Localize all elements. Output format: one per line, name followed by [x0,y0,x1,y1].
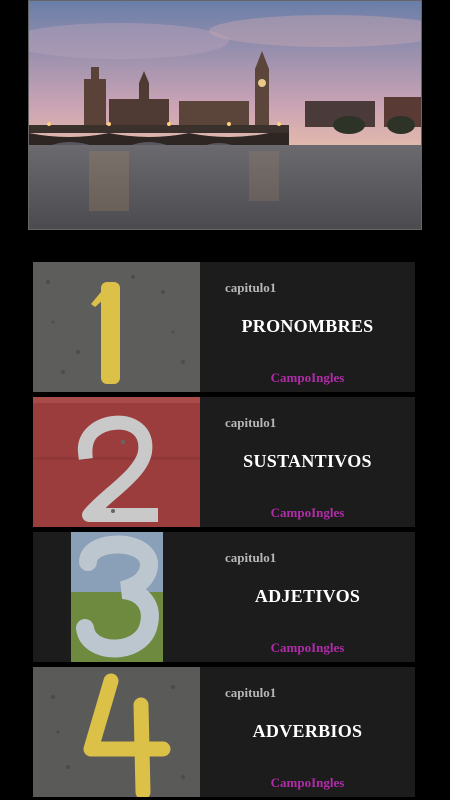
chapter-label: capitulo1 [225,280,277,295]
london-skyline-image [29,1,421,229]
chapter-label: capitulo1 [225,685,277,700]
lesson-card-adjetivos[interactable]: capitulo1 ADJETIVOS CampoIngles [33,532,415,662]
number-1-thumbnail [33,262,200,392]
lesson-title: ADVERBIOS [252,721,363,741]
hero-image [28,0,422,230]
lesson-title: SUSTANTIVOS [243,451,372,471]
lesson-card-adverbios[interactable]: capitulo1 ADVERBIOS CampoIngles [33,667,415,797]
lesson-title: PRONOMBRES [241,316,374,336]
number-3-thumbnail [33,532,200,662]
chapter-label: capitulo1 [225,550,277,565]
chapter-label: capitulo1 [225,415,277,430]
number-2-thumbnail [33,397,200,527]
author-label: CampoIngles [270,640,345,655]
lesson-title: ADJETIVOS [254,586,361,606]
author-label: CampoIngles [270,505,345,520]
author-label: CampoIngles [270,775,345,790]
author-label: CampoIngles [270,370,345,385]
lesson-card-sustantivos[interactable]: capitulo1 SUSTANTIVOS CampoIngles [33,397,415,527]
lesson-card-pronombres[interactable]: capitulo1 PRONOMBRES CampoIngles [33,262,415,392]
number-4-thumbnail [33,667,200,797]
